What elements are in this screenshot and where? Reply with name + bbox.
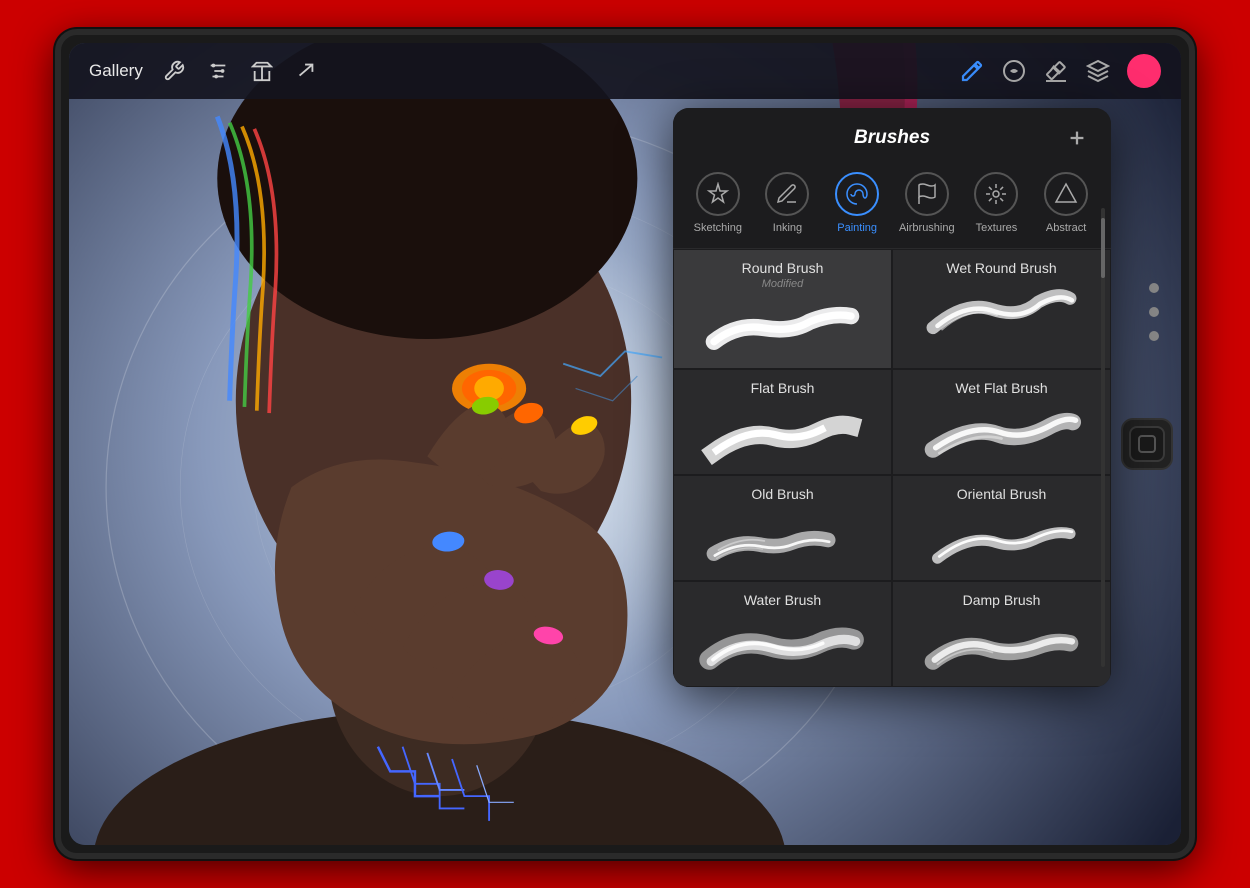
brush-categories: Sketching Inking: [673, 164, 1111, 249]
toolbar-right: [959, 54, 1161, 88]
brush-damp-brush[interactable]: Damp Brush: [892, 581, 1111, 687]
brush-name: Oriental Brush: [907, 486, 1096, 502]
brushes-title: Brushes: [721, 127, 1063, 149]
brush-name: Wet Flat Brush: [907, 380, 1096, 396]
toolbar: Gallery: [69, 43, 1181, 99]
eraser-tool-icon[interactable]: [1043, 58, 1069, 84]
layers-icon[interactable]: [1085, 58, 1111, 84]
brush-name: Old Brush: [688, 486, 877, 502]
toolbar-left: Gallery: [89, 58, 939, 84]
brush-round-brush[interactable]: Round Brush Modified: [673, 249, 892, 369]
volume-button[interactable]: [55, 428, 59, 458]
adjust-icon[interactable]: [205, 58, 231, 84]
brushes-add-button[interactable]: [1063, 124, 1091, 152]
brush-preview-wet-round: [907, 282, 1096, 346]
inking-icon: [765, 172, 809, 216]
brush-preview-water: [688, 614, 877, 678]
wrench-icon[interactable]: [161, 58, 187, 84]
category-abstract[interactable]: Abstract: [1036, 172, 1096, 234]
brushes-panel: Brushes Sketching: [673, 108, 1111, 687]
airbrushing-label: Airbrushing: [899, 222, 955, 234]
category-painting[interactable]: Painting: [827, 172, 887, 234]
transform-icon[interactable]: [293, 58, 319, 84]
brush-name: Wet Round Brush: [907, 260, 1096, 276]
home-button[interactable]: [1121, 418, 1173, 470]
side-dot-3[interactable]: [1149, 331, 1159, 341]
abstract-label: Abstract: [1046, 222, 1086, 234]
home-button-inner: [1129, 426, 1165, 462]
brush-name: Water Brush: [688, 592, 877, 608]
brush-grid: Round Brush Modified Wet Ro: [673, 249, 1111, 687]
painting-label: Painting: [837, 222, 877, 234]
brush-name: Round Brush: [688, 260, 877, 276]
brushes-header: Brushes: [673, 108, 1111, 164]
brush-water-brush[interactable]: Water Brush: [673, 581, 892, 687]
category-sketching[interactable]: Sketching: [688, 172, 748, 234]
brush-preview-damp: [907, 614, 1096, 678]
side-dot-1[interactable]: [1149, 283, 1159, 293]
inking-label: Inking: [773, 222, 802, 234]
brush-wet-round-brush[interactable]: Wet Round Brush: [892, 249, 1111, 369]
brush-tool-icon[interactable]: [959, 58, 985, 84]
category-inking[interactable]: Inking: [757, 172, 817, 234]
sketching-label: Sketching: [694, 222, 742, 234]
brush-name: Damp Brush: [907, 592, 1096, 608]
side-button-bot: [1191, 706, 1195, 718]
brush-preview-old: [688, 508, 877, 572]
brush-preview-oriental: [907, 508, 1096, 572]
gallery-button[interactable]: Gallery: [89, 61, 143, 81]
brush-subtitle: Modified: [688, 278, 877, 290]
painting-icon: [835, 172, 879, 216]
brush-preview-round: [688, 296, 877, 360]
panel-scrollbar[interactable]: [1101, 208, 1105, 667]
brush-preview-wet-flat: [907, 402, 1096, 466]
sketching-icon: [696, 172, 740, 216]
category-airbrushing[interactable]: Airbrushing: [897, 172, 957, 234]
right-side-controls: [1149, 283, 1159, 341]
category-textures[interactable]: Textures: [966, 172, 1026, 234]
home-button-icon: [1138, 435, 1156, 453]
side-dot-2[interactable]: [1149, 307, 1159, 317]
screen: Gallery: [69, 43, 1181, 845]
smudge-tool-icon[interactable]: [1001, 58, 1027, 84]
brush-flat-brush[interactable]: Flat Brush: [673, 369, 892, 475]
side-button-mid: [1191, 493, 1195, 505]
selection-icon[interactable]: [249, 58, 275, 84]
brush-oriental-brush[interactable]: Oriental Brush: [892, 475, 1111, 581]
airbrushing-icon: [905, 172, 949, 216]
brush-name: Flat Brush: [688, 380, 877, 396]
power-button[interactable]: [1191, 264, 1195, 286]
brush-wet-flat-brush[interactable]: Wet Flat Brush: [892, 369, 1111, 475]
tablet-frame: Gallery: [55, 29, 1195, 859]
textures-label: Textures: [976, 222, 1018, 234]
brush-old-brush[interactable]: Old Brush: [673, 475, 892, 581]
abstract-icon: [1044, 172, 1088, 216]
textures-icon: [974, 172, 1018, 216]
scrollbar-thumb: [1101, 218, 1105, 278]
color-swatch[interactable]: [1127, 54, 1161, 88]
brush-preview-flat: [688, 402, 877, 466]
